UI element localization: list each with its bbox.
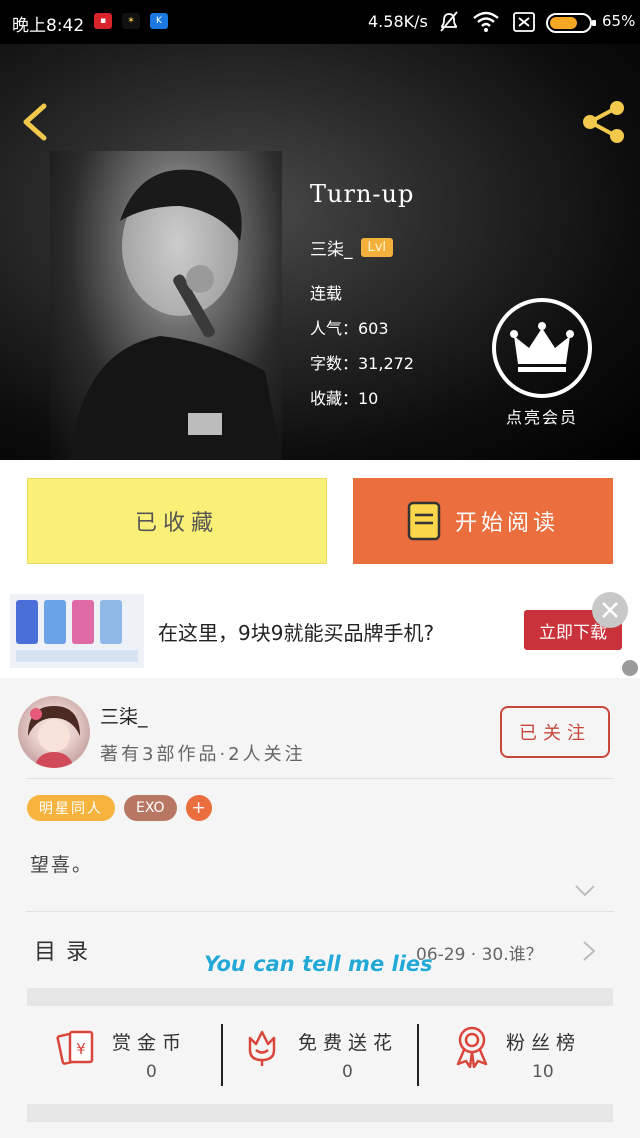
author-card-name[interactable]: 三柒_ xyxy=(100,702,148,729)
action-bar: 已收藏 开始阅读 xyxy=(0,460,640,584)
red-envelope-yen-icon: ¥ xyxy=(56,1030,94,1065)
start-reading-button[interactable]: 开始阅读 xyxy=(353,478,613,564)
stat-flowers-label: 免费送花 xyxy=(298,1032,399,1054)
add-tag-button[interactable]: + xyxy=(185,795,212,821)
status-bar: 晚上8:42 ▪ ✶ K 4.58K/s 65% xyxy=(0,0,640,44)
notification-k-icon: K xyxy=(150,13,168,29)
divider xyxy=(26,778,614,779)
toc-label: 目录 xyxy=(34,940,99,965)
ad-mark-icon xyxy=(622,660,638,676)
book-intro: 望喜。 xyxy=(30,854,94,876)
book-icon xyxy=(407,501,441,541)
battery-percent: 65% xyxy=(602,12,636,30)
stat-fan-ranking[interactable]: 粉丝榜 10 xyxy=(420,1010,640,1102)
cover-photo-illustration xyxy=(70,169,282,461)
toc-latest-chapter: 06-29 · 30.谁？ xyxy=(416,945,543,965)
author-avatar[interactable] xyxy=(18,696,90,768)
collected-button[interactable]: 已收藏 xyxy=(27,478,327,564)
book-popularity: 人气：603 xyxy=(310,319,389,338)
flower-icon xyxy=(248,1030,276,1066)
author-card-stats: 著有3部作品·2人关注 xyxy=(100,744,306,765)
tag-list: 明星同人 EXO + xyxy=(27,795,212,821)
notification-app-icon: ✶ xyxy=(122,13,140,29)
chevron-down-icon[interactable] xyxy=(574,884,596,898)
chevron-right-icon xyxy=(583,941,596,961)
back-arrow-icon[interactable] xyxy=(14,100,54,144)
notification-app-icon: ▪ xyxy=(94,13,112,29)
book-status: 连载 xyxy=(310,284,343,303)
stat-flowers[interactable]: 免费送花 0 xyxy=(224,1010,416,1102)
stat-flowers-value: 0 xyxy=(342,1062,353,1082)
level-badge: Lvl xyxy=(360,237,394,257)
stat-divider xyxy=(221,1024,223,1086)
book-cover-image[interactable] xyxy=(50,151,282,461)
ad-text: 在这里，9块9就能买品牌手机? xyxy=(158,621,435,645)
section-separator xyxy=(27,988,613,1006)
stat-coins[interactable]: ¥ 赏金币 0 xyxy=(0,1010,220,1102)
battery-icon xyxy=(546,13,596,33)
ad-phones-image xyxy=(10,594,144,668)
tag-exo[interactable]: EXO xyxy=(124,795,177,821)
book-title: Turn-up xyxy=(310,180,415,208)
book-favorites: 收藏：10 xyxy=(310,389,379,408)
stat-coins-label: 赏金币 xyxy=(112,1032,188,1054)
section-separator xyxy=(27,1104,613,1122)
follow-button[interactable]: 已关注 xyxy=(500,706,610,758)
ad-close-icon[interactable] xyxy=(592,592,628,628)
support-stats-row: ¥ 赏金币 0 免费送花 0 粉丝榜 10 xyxy=(0,1010,640,1102)
subtitle-overlay: You can tell me lies xyxy=(204,952,433,976)
vip-label: 点亮会员 xyxy=(505,408,578,427)
author-line: 三柒_ Lvl xyxy=(310,234,394,260)
book-header: Turn-up 三柒_ Lvl 连载 人气：603 字数：31,272 收藏：1… xyxy=(0,44,640,461)
svg-text:¥: ¥ xyxy=(76,1040,86,1058)
crown-icon xyxy=(492,298,592,398)
book-word-count: 字数：31,272 xyxy=(310,354,414,373)
stat-fan-ranking-value: 10 xyxy=(532,1062,554,1082)
stat-coins-value: 0 xyxy=(146,1062,157,1082)
stat-fan-ranking-label: 粉丝榜 xyxy=(506,1032,582,1054)
start-reading-label: 开始阅读 xyxy=(454,511,559,536)
no-sim-icon xyxy=(513,12,535,32)
book-detail-page: 晚上8:42 ▪ ✶ K 4.58K/s 65% Turn-up 三柒_ Lvl… xyxy=(0,0,640,1138)
table-of-contents-row[interactable]: 目录 06-29 · 30.谁？ xyxy=(0,912,640,988)
wifi-icon xyxy=(473,11,499,32)
status-time: 晚上8:42 xyxy=(12,16,85,36)
tag-celebrity-fanfic[interactable]: 明星同人 xyxy=(27,795,115,821)
stat-divider xyxy=(417,1024,419,1086)
author-name[interactable]: 三柒_ xyxy=(310,235,353,260)
ad-banner[interactable]: 在这里，9块9就能买品牌手机? 立即下载 xyxy=(0,584,640,678)
network-speed: 4.58K/s xyxy=(368,12,428,31)
author-card: 三柒_ 著有3部作品·2人关注 已关注 xyxy=(0,686,640,776)
mute-bell-icon xyxy=(440,11,458,32)
medal-icon xyxy=(456,1026,488,1068)
share-icon[interactable] xyxy=(578,98,630,146)
vip-button[interactable]: 点亮会员 xyxy=(490,298,594,428)
